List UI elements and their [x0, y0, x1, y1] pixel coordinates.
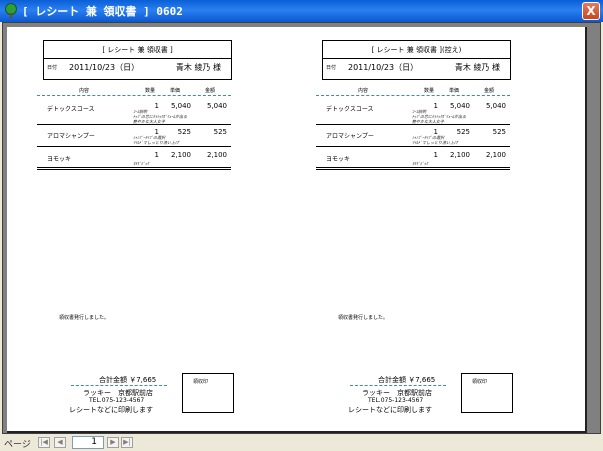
total-amount: 合計金額 ￥7,665: [99, 376, 157, 384]
line-unit: 2,100: [170, 151, 191, 159]
receipt-header: [ レシート 兼 領収書 ] 日付 2011/10/23（日） 青木 綾乃 様: [43, 40, 232, 80]
issue-message: 領収書発行しました。: [59, 315, 110, 321]
receipt-title: [ レシート 兼 領収書 ](控え): [323, 41, 510, 59]
shop-note: レシートなどに印刷します: [348, 406, 432, 414]
line-unit: 2,100: [449, 151, 470, 159]
column-unit: 単価: [170, 88, 181, 94]
shop-note: レシートなどに印刷します: [69, 406, 153, 414]
line-item: デトックスコース: [47, 106, 95, 113]
shop-tel: TEL.075-123-4567: [368, 397, 424, 404]
prev-page-icon[interactable]: ◀: [54, 437, 66, 448]
line-item: デトックスコース: [326, 106, 374, 113]
column-item: 内容: [358, 88, 369, 94]
tree-icon: [5, 3, 17, 18]
stamp-label: 領収印: [472, 379, 488, 385]
stamp-label: 領収印: [193, 379, 209, 385]
stamp-box: 領収印: [182, 373, 234, 413]
page-navigation: ページ |◀ ◀ 1 ▶ ▶|: [0, 434, 603, 451]
receipt-date: 2011/10/23（日）: [69, 63, 140, 72]
row-divider: [316, 146, 510, 147]
line-note: ﾖﾓｷﾞﾊﾟｯｸ: [133, 161, 149, 166]
line-item: ヨモッキ: [47, 156, 72, 163]
shop-tel: TEL.075-123-4567: [89, 397, 145, 404]
column-unit: 単価: [449, 88, 460, 94]
date-label: 日付: [326, 65, 337, 71]
line-amount: 2,100: [485, 151, 506, 159]
next-page-icon[interactable]: ▶: [107, 437, 119, 448]
line-amount: 2,100: [206, 151, 227, 159]
receipt-header: [ レシート 兼 領収書 ](控え) 日付 2011/10/23（日） 青木 綾…: [322, 40, 511, 80]
customer-name: 青木 綾乃 様: [454, 63, 500, 72]
line-amount: 5,040: [485, 102, 506, 110]
page-number-input[interactable]: 1: [72, 436, 104, 449]
line-amount: 5,040: [206, 102, 227, 110]
receipt-date: 2011/10/23（日）: [348, 63, 419, 72]
line-qty: 1: [154, 151, 159, 159]
total-rule: [350, 385, 446, 386]
stamp-box: 領収印: [461, 373, 513, 413]
report-preview[interactable]: [ レシート 兼 領収書 ] 日付 2011/10/23（日） 青木 綾乃 様 …: [2, 22, 601, 434]
page-label: ページ: [4, 440, 31, 450]
table-end-rule: [316, 167, 510, 170]
line-amount: 525: [492, 128, 506, 136]
line-amount: 525: [213, 128, 227, 136]
line-note: ｼｬﾝﾌﾟｰﾀｲﾌﾟの選択 ﾏｲﾙﾄﾞでしっとり洗い上げ: [133, 135, 179, 145]
receipt-original: [ レシート 兼 領収書 ] 日付 2011/10/23（日） 青木 綾乃 様 …: [37, 27, 234, 433]
issue-message: 領収書発行しました。: [338, 315, 389, 321]
paper-page: [ レシート 兼 領収書 ] 日付 2011/10/23（日） 青木 綾乃 様 …: [7, 27, 587, 433]
line-item: ヨモッキ: [326, 156, 351, 163]
column-amount: 金額: [484, 88, 495, 94]
first-page-icon[interactable]: |◀: [38, 437, 50, 448]
customer-name: 青木 綾乃 様: [175, 63, 221, 72]
row-divider: [37, 124, 231, 125]
column-amount: 金額: [205, 88, 216, 94]
title-bar: [ レシート 兼 領収書 ] 0602 X: [0, 0, 603, 22]
line-note: ｺｰｽ説明 ﾄｯﾌﾟの芯にｾﾗﾐｯｸﾎﾞﾘｭｰﾑが出る 艶やかな大人女子: [412, 109, 466, 124]
window-title: [ レシート 兼 領収書 ] 0602: [22, 5, 183, 18]
total-rule: [71, 385, 167, 386]
column-qty: 数量: [424, 88, 435, 94]
line-item: アロマシャンプー: [47, 133, 95, 140]
row-divider: [316, 124, 510, 125]
close-button[interactable]: X: [582, 2, 600, 20]
column-qty: 数量: [145, 88, 156, 94]
total-amount: 合計金額 ￥7,665: [378, 376, 436, 384]
line-note: ﾖﾓｷﾞﾊﾟｯｸ: [412, 161, 428, 166]
column-item: 内容: [79, 88, 90, 94]
header-rule: [37, 95, 231, 96]
table-end-rule: [37, 167, 231, 170]
last-page-icon[interactable]: ▶|: [121, 437, 133, 448]
line-note: ｼｬﾝﾌﾟｰﾀｲﾌﾟの選択 ﾏｲﾙﾄﾞでしっとり洗い上げ: [412, 135, 458, 145]
receipt-title: [ レシート 兼 領収書 ]: [44, 41, 231, 59]
receipt-copy: [ レシート 兼 領収書 ](控え) 日付 2011/10/23（日） 青木 綾…: [316, 27, 513, 433]
line-qty: 1: [433, 151, 438, 159]
header-rule: [316, 95, 510, 96]
row-divider: [37, 146, 231, 147]
date-label: 日付: [47, 65, 58, 71]
line-note: ｺｰｽ説明 ﾄｯﾌﾟの芯にｾﾗﾐｯｸﾎﾞﾘｭｰﾑが出る 艶やかな大人女子: [133, 109, 187, 124]
line-item: アロマシャンプー: [326, 133, 374, 140]
